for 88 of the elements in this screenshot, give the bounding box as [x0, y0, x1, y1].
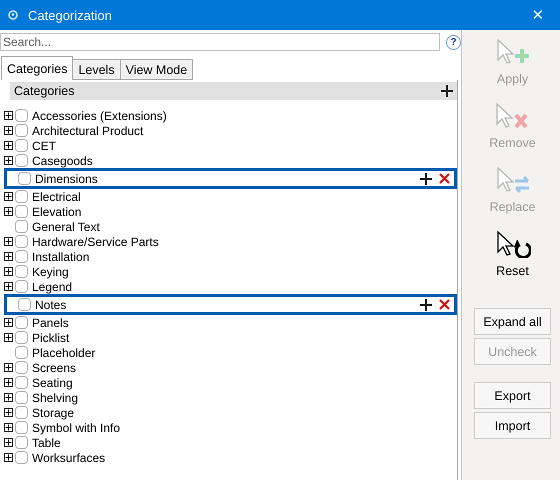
- category-label[interactable]: Picklist: [32, 330, 457, 344]
- category-label[interactable]: Symbol with Info: [32, 420, 457, 434]
- category-label[interactable]: Electrical: [32, 190, 457, 204]
- category-label[interactable]: Architectural Product: [32, 124, 457, 138]
- reset-button[interactable]: Reset: [494, 230, 530, 294]
- checkbox[interactable]: [15, 205, 28, 218]
- cursor-arrows-icon: [494, 166, 530, 194]
- expand-icon[interactable]: [4, 267, 13, 276]
- expand-icon[interactable]: [4, 192, 13, 201]
- category-label[interactable]: Dimensions: [35, 172, 420, 186]
- add-icon[interactable]: [441, 85, 453, 97]
- cursor-plus-icon: [494, 38, 530, 66]
- checkbox[interactable]: [18, 298, 31, 311]
- highlighted-row[interactable]: Dimensions: [4, 168, 457, 189]
- category-label[interactable]: Elevation: [32, 204, 457, 218]
- expand-icon[interactable]: [4, 207, 13, 216]
- category-label[interactable]: Panels: [32, 316, 457, 330]
- checkbox[interactable]: [15, 109, 28, 122]
- search-field[interactable]: Search...: [0, 33, 440, 51]
- cursor-reset-icon: [494, 230, 530, 258]
- tab[interactable]: Categories: [1, 56, 74, 80]
- window-title: Categorization: [28, 8, 113, 22]
- category-label[interactable]: Installation: [32, 250, 457, 264]
- add-icon[interactable]: [420, 172, 432, 184]
- category-label[interactable]: Shelving: [32, 390, 457, 404]
- checkbox[interactable]: [15, 280, 28, 293]
- checkbox[interactable]: [15, 451, 28, 464]
- category-label[interactable]: Hardware/Service Parts: [32, 234, 457, 248]
- checkbox[interactable]: [15, 361, 28, 374]
- checkbox[interactable]: [15, 436, 28, 449]
- category-label[interactable]: Screens: [32, 360, 457, 374]
- checkbox[interactable]: [15, 316, 28, 329]
- expand-icon[interactable]: [4, 378, 13, 387]
- panel-button[interactable]: Export: [474, 382, 551, 409]
- checkbox[interactable]: [15, 391, 28, 404]
- checkbox[interactable]: [15, 250, 28, 263]
- expand-icon[interactable]: [4, 333, 13, 342]
- checkbox[interactable]: [15, 220, 28, 233]
- checkbox[interactable]: [15, 421, 28, 434]
- add-icon[interactable]: [420, 298, 432, 310]
- expand-icon[interactable]: [4, 282, 13, 291]
- category-label[interactable]: Placeholder: [32, 346, 457, 360]
- expand-icon[interactable]: [4, 408, 13, 417]
- category-label[interactable]: Seating: [32, 376, 457, 390]
- expand-icon[interactable]: [4, 423, 13, 432]
- highlighted-row[interactable]: Notes: [4, 294, 457, 315]
- close-button[interactable]: ✕: [516, 0, 560, 30]
- category-label[interactable]: Keying: [32, 264, 457, 278]
- tab[interactable]: View Mode: [120, 59, 194, 80]
- category-label[interactable]: Storage: [32, 406, 457, 420]
- checkbox[interactable]: [15, 139, 28, 152]
- checkbox[interactable]: [15, 331, 28, 344]
- checkbox[interactable]: [15, 265, 28, 278]
- expand-icon[interactable]: [4, 252, 13, 261]
- category-label[interactable]: General Text: [32, 220, 457, 234]
- category-label[interactable]: Accessories (Extensions): [32, 108, 457, 122]
- category-label[interactable]: CET: [32, 138, 457, 152]
- expand-icon[interactable]: [4, 141, 13, 150]
- expand-icon[interactable]: [4, 126, 13, 135]
- checkbox[interactable]: [15, 235, 28, 248]
- category-label[interactable]: Worksurfaces: [32, 450, 457, 464]
- expand-icon[interactable]: [4, 393, 13, 402]
- checkbox[interactable]: [15, 154, 28, 167]
- checkbox[interactable]: [18, 172, 31, 185]
- expand-icon[interactable]: [4, 318, 13, 327]
- checkbox[interactable]: [15, 346, 28, 359]
- header-label: Categories: [14, 84, 74, 98]
- cursor-x-icon: [494, 102, 530, 130]
- panel-button[interactable]: Import: [474, 412, 551, 439]
- app-icon: [8, 10, 18, 20]
- expand-icon[interactable]: [4, 438, 13, 447]
- checkbox[interactable]: [15, 190, 28, 203]
- panel-button[interactable]: Expand all: [474, 308, 551, 335]
- expand-icon[interactable]: [4, 363, 13, 372]
- delete-icon[interactable]: [439, 173, 450, 184]
- expand-icon[interactable]: [4, 453, 13, 462]
- expand-icon[interactable]: [4, 111, 13, 120]
- expand-icon[interactable]: [4, 156, 13, 165]
- expand-icon[interactable]: [4, 237, 13, 246]
- checkbox[interactable]: [15, 376, 28, 389]
- category-label[interactable]: Casegoods: [32, 154, 457, 168]
- delete-icon[interactable]: [439, 299, 450, 310]
- category-label[interactable]: Legend: [32, 280, 457, 294]
- category-label[interactable]: Table: [32, 436, 457, 450]
- checkbox[interactable]: [15, 124, 28, 137]
- tab[interactable]: Levels: [72, 59, 121, 80]
- category-label[interactable]: Notes: [35, 298, 420, 312]
- checkbox[interactable]: [15, 406, 28, 419]
